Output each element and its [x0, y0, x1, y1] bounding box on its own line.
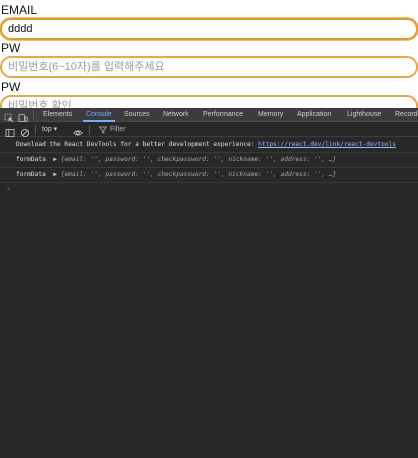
console-message[interactable]: formData ▶ {email: '', password: '', che… — [0, 153, 418, 168]
toolbar-separator — [35, 125, 36, 135]
clear-console-icon[interactable] — [20, 125, 30, 138]
password-confirm-label: PW — [1, 80, 21, 94]
devtools-tabbar: Elements Console Sources Network Perform… — [0, 108, 418, 123]
signup-form: EMAIL PW PW — [0, 0, 418, 108]
filter-placeholder: Filter — [110, 126, 126, 133]
inspect-element-icon[interactable] — [4, 110, 14, 123]
console-output: Download the React DevTools for a better… — [0, 138, 418, 195]
password-label: PW — [1, 41, 21, 55]
prompt-chevron-icon: › — [6, 184, 11, 193]
tab-elements[interactable]: Elements — [43, 108, 72, 122]
sidebar-toggle-icon[interactable] — [5, 125, 15, 137]
devtools-link[interactable]: https://react.dev/link/react-devtools — [258, 141, 396, 148]
expand-triangle-icon[interactable]: ▶ — [50, 156, 57, 163]
log-key: formData — [16, 171, 46, 178]
email-input[interactable] — [0, 18, 418, 40]
password-confirm-input[interactable] — [0, 95, 418, 108]
log-object[interactable]: {email: '', password: '', checkpassword:… — [61, 171, 337, 178]
log-object[interactable]: {email: '', password: '', checkpassword:… — [61, 156, 337, 163]
tab-application[interactable]: Application — [297, 108, 331, 122]
email-label: EMAIL — [1, 3, 38, 17]
toolbar-separator — [89, 125, 90, 135]
devtools-panel: Elements Console Sources Network Perform… — [0, 108, 418, 458]
filter-icon — [99, 126, 107, 134]
console-filter-input[interactable]: Filter — [96, 124, 126, 136]
tab-console[interactable]: Console — [83, 108, 115, 122]
console-prompt-line[interactable]: › — [0, 183, 418, 195]
tab-performance[interactable]: Performance — [203, 108, 243, 122]
console-message: Download the React DevTools for a better… — [0, 138, 418, 153]
console-toolbar: top ▾ Filter — [0, 123, 418, 138]
log-key: formData — [16, 156, 46, 163]
tab-recorder[interactable]: Recorder — [395, 108, 418, 122]
tab-memory[interactable]: Memory — [258, 108, 283, 122]
tab-sources[interactable]: Sources — [124, 108, 150, 122]
expand-triangle-icon[interactable]: ▶ — [50, 171, 57, 178]
console-message[interactable]: formData ▶ {email: '', password: '', che… — [0, 168, 418, 183]
tabbar-separator — [33, 110, 34, 120]
tab-network[interactable]: Network — [163, 108, 189, 122]
eye-icon[interactable] — [73, 125, 83, 136]
message-text: Download the React DevTools for a better… — [16, 141, 259, 148]
context-selector[interactable]: top ▾ — [42, 123, 57, 137]
device-toolbar-icon[interactable] — [18, 110, 28, 122]
password-input[interactable] — [0, 56, 418, 78]
tab-lighthouse[interactable]: Lighthouse — [347, 108, 381, 122]
